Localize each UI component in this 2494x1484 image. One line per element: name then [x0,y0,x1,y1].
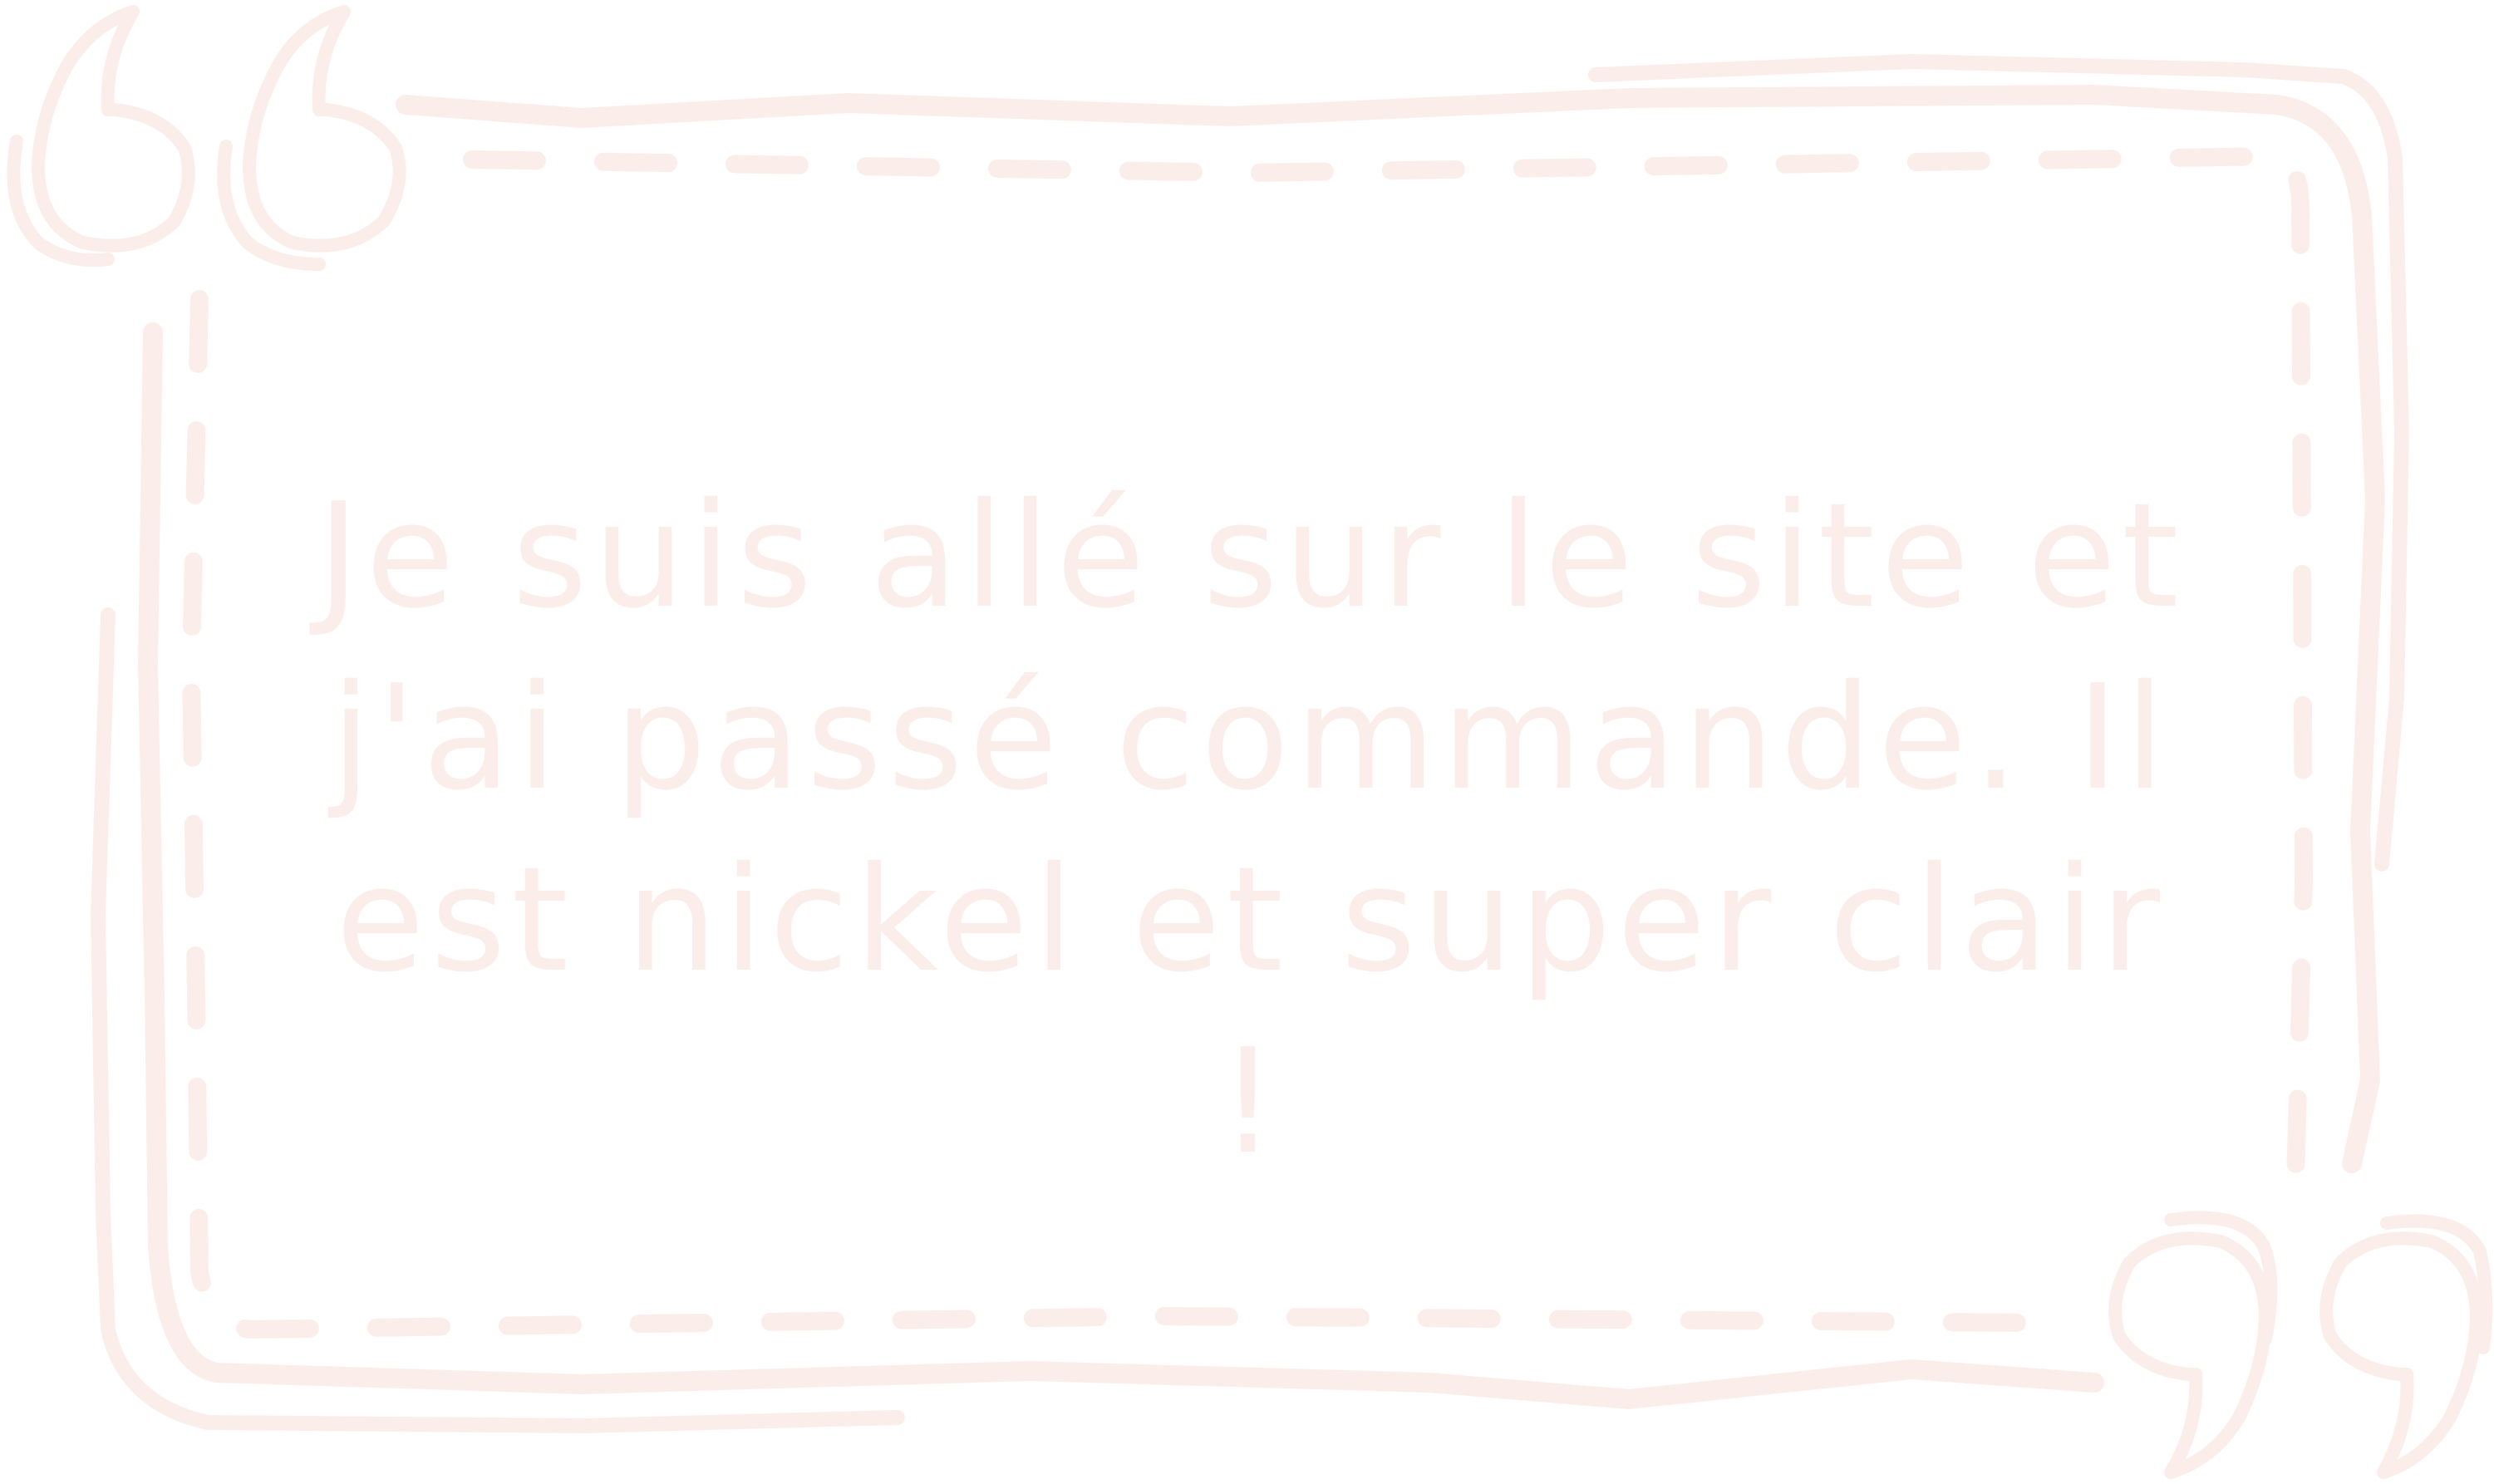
testimonial-card: Je suis allé sur le site et j'ai passé c… [0,0,2494,1484]
close-quote-icon [2108,1211,2493,1479]
testimonial-quote-text: Je suis allé sur le site et j'ai passé c… [317,472,2185,1187]
open-quote-icon [7,5,406,271]
